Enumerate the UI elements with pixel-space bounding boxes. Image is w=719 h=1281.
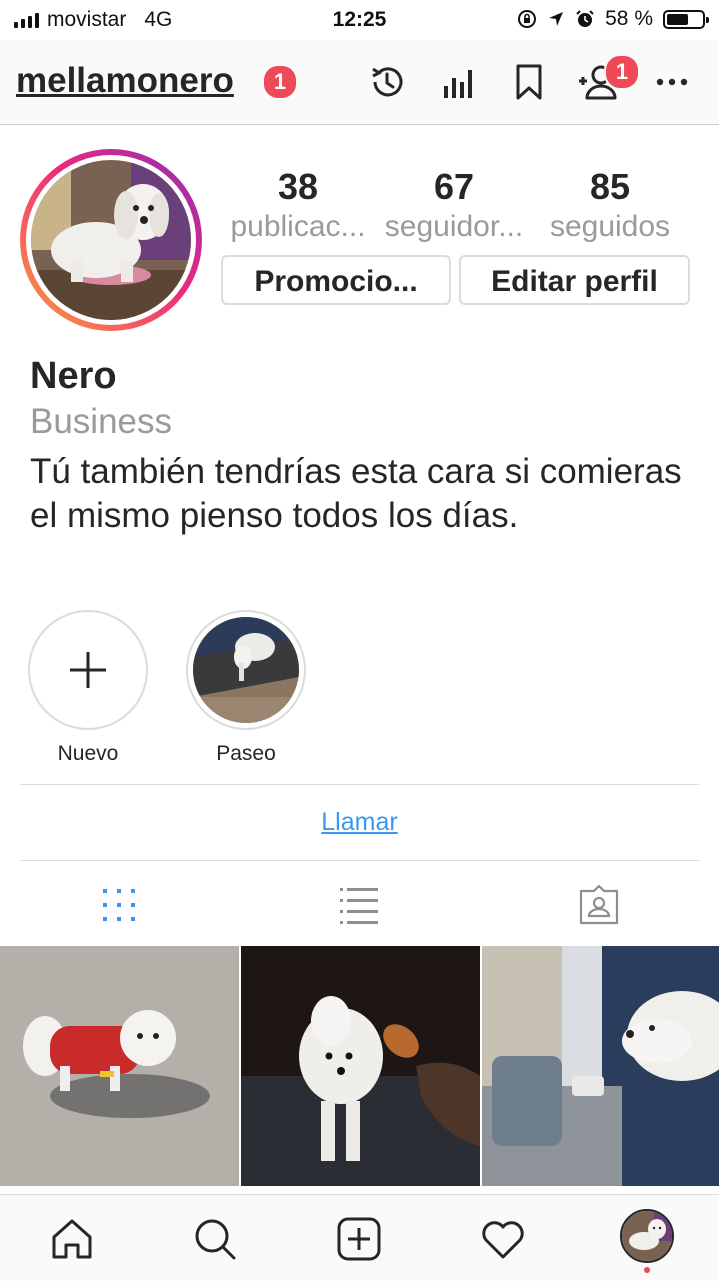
highlight-cover [193, 617, 299, 723]
profile-bio: Tú también tendrías esta cara si comiera… [30, 452, 682, 535]
highlight-label: Nuevo [57, 742, 119, 765]
edit-profile-button[interactable]: Editar perfil [459, 255, 690, 305]
promote-button[interactable]: Promocio... [221, 255, 451, 305]
insights-icon[interactable] [436, 60, 480, 104]
list-icon[interactable] [337, 883, 381, 927]
call-button[interactable]: Llamar [0, 808, 719, 837]
followers-count[interactable]: 67 seguidor... [378, 166, 530, 244]
status-bar: movistar 4G 12:25 58 % [0, 0, 719, 40]
posts-count[interactable]: 38 publicac... [222, 166, 374, 244]
people-notification-badge: 1 [604, 54, 640, 90]
avatar-photo [31, 160, 191, 320]
more-icon[interactable] [650, 60, 694, 104]
profile-name: Nero [30, 355, 117, 397]
new-highlight-circle[interactable] [28, 610, 148, 730]
history-icon[interactable] [365, 60, 409, 104]
tagged-icon[interactable] [577, 883, 621, 927]
plus-icon [70, 652, 106, 688]
new-post-icon[interactable] [335, 1215, 383, 1263]
activity-icon[interactable] [479, 1215, 527, 1263]
username-switcher[interactable]: mellamonero [16, 61, 234, 101]
alarm-icon [576, 10, 594, 27]
new-highlight[interactable]: Nuevo [18, 610, 158, 766]
highlight-label: Paseo [216, 742, 276, 765]
profile-avatar[interactable] [20, 149, 202, 331]
home-icon[interactable] [48, 1215, 96, 1263]
rotation-lock-icon [518, 10, 537, 28]
following-count[interactable]: 85 seguidos [534, 166, 686, 244]
battery-percent: 58 % [605, 7, 653, 30]
post-thumbnail[interactable] [0, 946, 239, 1186]
post-thumbnail[interactable] [241, 946, 480, 1186]
divider [20, 784, 699, 785]
highlight-circle[interactable] [186, 610, 306, 730]
profile-tab-indicator [644, 1267, 650, 1273]
highlight-paseo[interactable]: Paseo [176, 610, 316, 766]
search-icon[interactable] [191, 1215, 239, 1263]
battery-icon [663, 9, 709, 29]
profile-avatar-thumb [622, 1211, 672, 1261]
username-notification-badge: 1 [262, 64, 298, 100]
post-thumbnail[interactable] [482, 946, 719, 1186]
profile-header: mellamonero 1 1 [0, 40, 719, 125]
bookmark-icon[interactable] [507, 60, 551, 104]
profile-category: Business [30, 402, 173, 441]
bottom-navigation [0, 1194, 719, 1281]
profile-tab-avatar[interactable] [620, 1209, 674, 1263]
grid-icon[interactable] [97, 883, 141, 927]
divider [20, 860, 699, 861]
location-icon [549, 12, 564, 26]
